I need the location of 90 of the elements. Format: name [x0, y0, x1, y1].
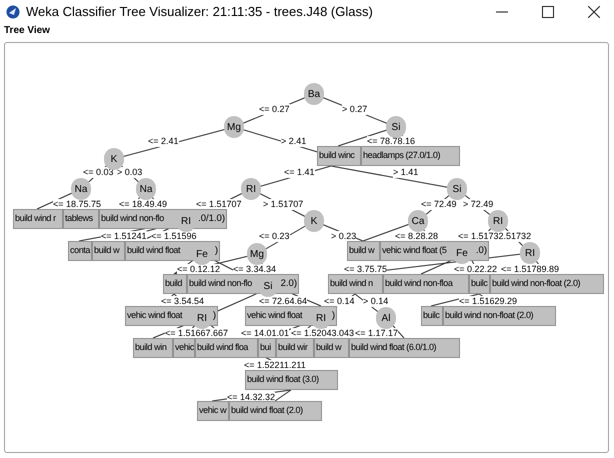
panel-title: Tree View — [4, 26, 50, 36]
edge-label: <= 8.28.28 — [395, 231, 438, 242]
leaf-label: build wind r — [15, 212, 56, 226]
leaf-label: build wir — [278, 341, 308, 354]
edge-label: <= 1.51707 — [196, 199, 242, 210]
edge-label: <= 3.75.75 — [344, 264, 388, 275]
tree-node: Ba — [304, 83, 324, 105]
tree-node: RI — [488, 210, 508, 232]
edge-label: <= 2.41 — [148, 136, 179, 147]
leaf-label: build wind non-flo — [189, 277, 252, 290]
edge-label: > 1.51707 — [263, 199, 304, 210]
edge-label: <= 1.51789.89 — [501, 264, 560, 275]
tree-node: Ca — [408, 210, 428, 232]
leaf-label: headlamps (27.0/1.0) — [363, 149, 440, 162]
tree-node: Na — [136, 178, 156, 200]
edge-label: <= 0.03 — [83, 167, 114, 178]
edge-label: <= 0.23 — [259, 231, 290, 242]
edge-label: <= 18.75.75 — [53, 199, 102, 210]
leaf-label: build wind float — [127, 244, 180, 258]
edge-label: <= 0.27 — [259, 104, 290, 115]
edge-label: > 2.41 — [281, 136, 306, 147]
tree-node: RI — [520, 242, 540, 264]
tree-node: RI — [241, 178, 261, 200]
edge-label: <= 0.12.12 — [177, 264, 220, 275]
leaf-label: ) — [332, 308, 335, 323]
leaf-label: build w — [349, 244, 374, 258]
leaf-label: builc — [471, 277, 488, 290]
edge-label: > 0.03 — [117, 167, 142, 178]
leaf-label: ) — [212, 308, 216, 323]
edge-label: <= 1.52043.043 — [291, 328, 354, 339]
leaf-label: .0/1.0) — [198, 212, 225, 226]
edge-label: <= 72.49 — [421, 199, 457, 210]
leaf-label: build wind float (6.0/1.0) — [351, 341, 436, 354]
leaf-label: vehic w — [199, 404, 226, 418]
edge-label: <= 1.51596 — [151, 231, 197, 242]
leaf-label: build — [165, 277, 182, 290]
edge-label: > 0.23 — [331, 231, 356, 242]
leaf-label: build wind float (2.0) — [231, 404, 303, 418]
maximize-icon[interactable] — [542, 6, 554, 18]
edge-label: > 0.27 — [342, 104, 368, 115]
tree-node: Si — [386, 116, 406, 138]
leaf-label: vehic wind float — [247, 309, 302, 322]
tree-node: Si — [447, 178, 467, 200]
window-title: Weka Classifier Tree Visualizer: 21:11:35 - trees.J48 (Glass) — [26, 3, 373, 22]
tree-node: K — [304, 210, 324, 232]
edge-label: <= 1.41 — [284, 167, 315, 178]
leaf-label: ) — [214, 244, 218, 258]
edge-label: <= 14.01.01 — [241, 328, 290, 339]
leaf-label: build win — [135, 341, 166, 354]
leaf-label: vehic — [175, 341, 194, 354]
edge-label: > 72.49 — [463, 199, 494, 210]
close-icon[interactable] — [588, 6, 600, 18]
edge-label: <= 1.52211.211 — [244, 360, 306, 371]
leaf-label: build wind n — [330, 277, 373, 290]
edge-label: > 1.41 — [393, 167, 418, 178]
edge-label: > 0.14 — [363, 296, 388, 307]
leaf-label: vehic wind float — [127, 309, 182, 322]
edge-label: <= 1.17.17 — [355, 328, 398, 339]
leaf-label: build w — [316, 341, 342, 354]
leaf-label: build wind floa — [197, 341, 248, 354]
edge-label: <= 1.51241 — [101, 231, 147, 242]
leaf-label: tablews — [65, 212, 93, 226]
edge-label: <= 1.51629.29 — [459, 296, 518, 307]
edge-label: <= 72.64.64 — [259, 296, 308, 307]
leaf-label: build w — [94, 244, 120, 258]
edge-label: <= 3.34.34 — [233, 264, 276, 275]
leaf-label: vehic wind float (5 — [382, 244, 446, 258]
leaf-label: conta — [70, 244, 90, 258]
leaf-label: build wind non-float (2.0) — [445, 309, 534, 322]
tree-node: Mg — [247, 243, 267, 265]
edge-label: <= 0.14 — [324, 296, 355, 307]
edge-label: <= 0.22.22 — [454, 264, 498, 275]
app-icon — [6, 5, 20, 19]
edge-label: <= 1.51667.667 — [165, 328, 228, 339]
leaf-label: build winc — [319, 149, 355, 162]
leaf-label: bui — [260, 341, 271, 354]
tree-node: Na — [71, 178, 91, 200]
leaf-label: build wind non-float (2.0) — [492, 277, 580, 290]
tree-node: K — [104, 148, 124, 170]
leaf-label: 2.0) — [280, 276, 297, 291]
edge-label: <= 1.51732.51732 — [458, 231, 532, 242]
leaf-label: build wind non-flo — [101, 212, 164, 226]
leaf-label: build wind non-floa — [385, 277, 452, 290]
edge-label: <= 18.49.49 — [119, 199, 168, 210]
tree-node: Mg — [224, 116, 244, 138]
tree-node: Al — [376, 307, 396, 329]
leaf-label: build wind float (3.0) — [247, 373, 319, 386]
edge-label: <= 3.54.54 — [161, 296, 204, 307]
leaf-label: .0) — [476, 244, 487, 258]
leaf-label: builc — [423, 309, 440, 322]
